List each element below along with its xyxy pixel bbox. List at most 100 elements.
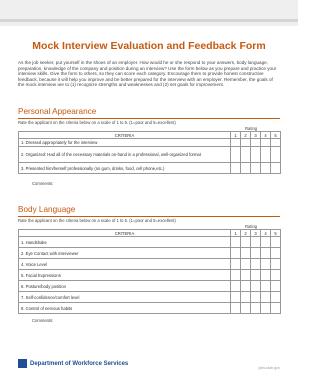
rating-cell[interactable] [250,258,261,270]
rating-cell[interactable] [240,138,251,147]
criterion-label: 6. Posture/body position [18,280,231,292]
rating-cell[interactable] [260,302,271,314]
rating-cell[interactable] [230,258,241,270]
rating-cell[interactable] [260,162,271,174]
criterion-label: 4. Voice Level [18,258,231,270]
section-divider [18,118,280,119]
section-instructions: Rate the applicant on the criteria below… [18,120,176,125]
rating-cell[interactable] [240,302,251,314]
table-row: 7. Self-confidence/comfort level [18,291,281,303]
table-row: 3. Presented him/herself professionally … [18,162,281,174]
footer-url: jobs.utah.gov [258,366,280,370]
criterion-label: 1. Dressed appropriately for the intervi… [18,138,231,147]
criteria-header: CRITERIA [18,131,231,139]
table-row: 2. Organized: Had all of the necessary m… [18,146,281,163]
rating-cell[interactable] [230,247,241,259]
rating-cell[interactable] [270,146,281,163]
rating-cell[interactable] [230,236,241,248]
table-header-row: CRITERIA 1 2 3 4 5 [18,131,281,139]
table-row: 5. Facial Expressions [18,269,281,281]
rating-cell[interactable] [240,280,251,292]
criteria-table-body-language: CRITERIA 1 2 3 4 5 1. Handshake 2. Eye C… [18,229,281,314]
rating-cell[interactable] [260,138,271,147]
rating-cell[interactable] [250,280,261,292]
rating-cell[interactable] [230,269,241,281]
rating-cell[interactable] [250,146,261,163]
page-header-band [0,0,298,26]
rating-cell[interactable] [260,269,271,281]
scale-header-3: 3 [250,131,261,139]
criterion-label: 1. Handshake [18,236,231,248]
rating-cell[interactable] [240,236,251,248]
table-row: 2. Eye Contact with interviewer [18,247,281,259]
table-row: 8. Control of nervous habits [18,302,281,314]
rating-cell[interactable] [230,291,241,303]
rating-cell[interactable] [270,162,281,174]
rating-cell[interactable] [250,162,261,174]
rating-cell[interactable] [230,302,241,314]
rating-cell[interactable] [260,146,271,163]
rating-cell[interactable] [260,247,271,259]
rating-cell[interactable] [270,247,281,259]
section-instructions: Rate the applicant on the criteria below… [18,218,176,223]
scale-header-5: 5 [270,229,281,237]
rating-cell[interactable] [270,269,281,281]
rating-cell[interactable] [250,302,261,314]
criteria-header: CRITERIA [18,229,231,237]
table-row: 1. Dressed appropriately for the intervi… [18,138,281,147]
rating-cell[interactable] [250,138,261,147]
department-logo-icon [18,359,27,368]
table-row: 6. Posture/body position [18,280,281,292]
table-row: 4. Voice Level [18,258,281,270]
scale-header-2: 2 [240,229,251,237]
section-title-personal-appearance: Personal Appearance [18,107,97,116]
rating-cell[interactable] [270,258,281,270]
page-title: Mock Interview Evaluation and Feedback F… [32,40,266,52]
rating-cell[interactable] [250,269,261,281]
rating-cell[interactable] [240,162,251,174]
scale-header-4: 4 [260,131,271,139]
rating-cell[interactable] [230,138,241,147]
rating-cell[interactable] [240,146,251,163]
scale-header-1: 1 [230,229,241,237]
rating-cell[interactable] [250,247,261,259]
intro-paragraph: As the job seeker, put yourself in the s… [18,60,277,88]
scale-header-4: 4 [260,229,271,237]
footer-logo: Department of Workforce Services [18,359,128,368]
rating-cell[interactable] [240,258,251,270]
rating-cell[interactable] [240,269,251,281]
rating-cell[interactable] [230,162,241,174]
criterion-label: 7. Self-confidence/comfort level [18,291,231,303]
rating-cell[interactable] [240,247,251,259]
criterion-label: 8. Control of nervous habits [18,302,231,314]
criteria-table-personal-appearance: CRITERIA 1 2 3 4 5 1. Dressed appropriat… [18,131,281,174]
form-page: Mock Interview Evaluation and Feedback F… [0,0,298,386]
scale-header-1: 1 [230,131,241,139]
section-divider [18,216,280,217]
rating-cell[interactable] [260,280,271,292]
rating-cell[interactable] [270,291,281,303]
rating-cell[interactable] [270,280,281,292]
criterion-label: 5. Facial Expressions [18,269,231,281]
comments-label: Comments: [32,181,54,186]
criterion-label: 2. Eye Contact with interviewer [18,247,231,259]
rating-cell[interactable] [240,291,251,303]
rating-cell[interactable] [230,146,241,163]
rating-cell[interactable] [230,280,241,292]
department-name: Department of Workforce Services [30,360,129,367]
rating-cell[interactable] [250,236,261,248]
rating-cell[interactable] [260,291,271,303]
comments-label: Comments: [32,318,54,323]
rating-cell[interactable] [270,138,281,147]
criterion-label: 3. Presented him/herself professionally … [18,162,231,174]
rating-cell[interactable] [250,291,261,303]
rating-cell[interactable] [270,302,281,314]
criterion-label: 2. Organized: Had all of the necessary m… [18,146,231,163]
rating-cell[interactable] [270,236,281,248]
rating-cell[interactable] [260,258,271,270]
rating-cell[interactable] [260,236,271,248]
scale-header-2: 2 [240,131,251,139]
scale-header-5: 5 [270,131,281,139]
scale-header-3: 3 [250,229,261,237]
page-header-rule [0,19,298,22]
